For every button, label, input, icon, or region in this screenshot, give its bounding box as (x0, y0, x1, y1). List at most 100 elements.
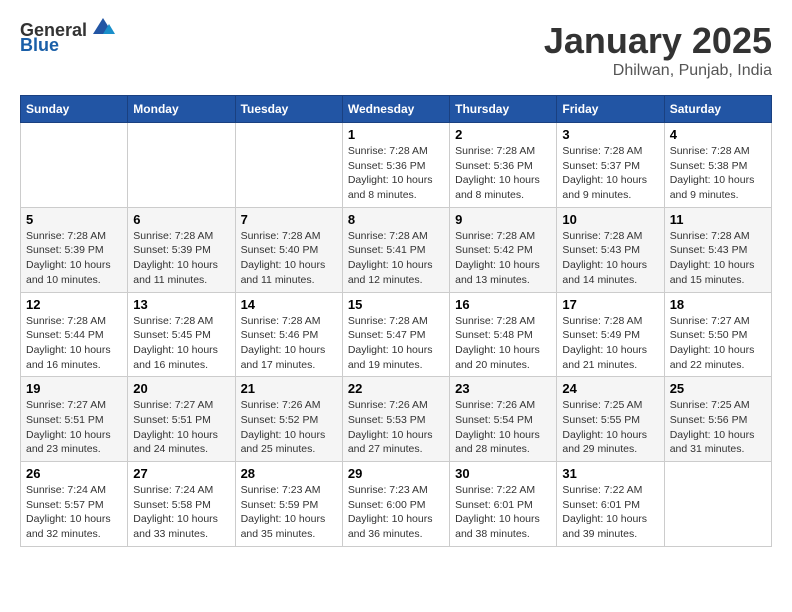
calendar-cell: 5 Sunrise: 7:28 AMSunset: 5:39 PMDaylight… (21, 207, 128, 292)
day-info: Sunrise: 7:26 AMSunset: 5:53 PMDaylight:… (348, 398, 444, 457)
day-number: 3 (562, 127, 658, 142)
calendar-cell: 9 Sunrise: 7:28 AMSunset: 5:42 PMDaylight… (450, 207, 557, 292)
day-info: Sunrise: 7:28 AMSunset: 5:36 PMDaylight:… (455, 144, 551, 203)
day-info: Sunrise: 7:28 AMSunset: 5:43 PMDaylight:… (562, 229, 658, 288)
day-info: Sunrise: 7:28 AMSunset: 5:39 PMDaylight:… (133, 229, 229, 288)
calendar-cell (128, 123, 235, 208)
day-info: Sunrise: 7:22 AMSunset: 6:01 PMDaylight:… (455, 483, 551, 542)
calendar-cell: 7Sunrise: 7:28 AMSunset: 5:40 PMDaylight… (235, 207, 342, 292)
calendar-cell (235, 123, 342, 208)
day-info: Sunrise: 7:27 AMSunset: 5:51 PMDaylight:… (26, 398, 122, 457)
day-number: 15 (348, 297, 444, 312)
weekday-header-friday: Friday (557, 96, 664, 123)
day-info: Sunrise: 7:28 AMSunset: 5:45 PMDaylight:… (133, 314, 229, 373)
calendar-cell: 23 Sunrise: 7:26 AMSunset: 5:54 PMDayligh… (450, 377, 557, 462)
calendar-cell: 4 Sunrise: 7:28 AMSunset: 5:38 PMDaylight… (664, 123, 771, 208)
page-header: General Blue January 2025 Dhilwan, Punja… (20, 20, 772, 80)
day-number: 30 (455, 466, 551, 481)
calendar-cell: 20Sunrise: 7:27 AMSunset: 5:51 PMDayligh… (128, 377, 235, 462)
day-number: 5 (26, 212, 122, 227)
day-number: 20 (133, 381, 229, 396)
day-number: 14 (241, 297, 337, 312)
calendar-week-4: 19 Sunrise: 7:27 AMSunset: 5:51 PMDayligh… (21, 377, 772, 462)
day-number: 26 (26, 466, 122, 481)
calendar-week-3: 12 Sunrise: 7:28 AMSunset: 5:44 PMDayligh… (21, 292, 772, 377)
day-info: Sunrise: 7:28 AMSunset: 5:47 PMDaylight:… (348, 314, 444, 373)
day-info: Sunrise: 7:28 AMSunset: 5:49 PMDaylight:… (562, 314, 658, 373)
day-number: 27 (133, 466, 229, 481)
calendar-cell: 14 Sunrise: 7:28 AMSunset: 5:46 PMDayligh… (235, 292, 342, 377)
calendar-cell: 3 Sunrise: 7:28 AMSunset: 5:37 PMDaylight… (557, 123, 664, 208)
weekday-header-tuesday: Tuesday (235, 96, 342, 123)
calendar-cell: 31Sunrise: 7:22 AMSunset: 6:01 PMDayligh… (557, 462, 664, 547)
calendar-cell: 29 Sunrise: 7:23 AMSunset: 6:00 PMDayligh… (342, 462, 449, 547)
calendar-cell: 19 Sunrise: 7:27 AMSunset: 5:51 PMDayligh… (21, 377, 128, 462)
day-number: 13 (133, 297, 229, 312)
calendar-cell (664, 462, 771, 547)
weekday-header-monday: Monday (128, 96, 235, 123)
day-info: Sunrise: 7:28 AMSunset: 5:37 PMDaylight:… (562, 144, 658, 203)
calendar-cell: 17 Sunrise: 7:28 AMSunset: 5:49 PMDayligh… (557, 292, 664, 377)
calendar-cell: 13 Sunrise: 7:28 AMSunset: 5:45 PMDayligh… (128, 292, 235, 377)
day-info: Sunrise: 7:28 AMSunset: 5:41 PMDaylight:… (348, 229, 444, 288)
day-info: Sunrise: 7:27 AMSunset: 5:50 PMDaylight:… (670, 314, 766, 373)
calendar-cell: 22 Sunrise: 7:26 AMSunset: 5:53 PMDayligh… (342, 377, 449, 462)
day-number: 21 (241, 381, 337, 396)
day-number: 29 (348, 466, 444, 481)
calendar-cell: 2Sunrise: 7:28 AMSunset: 5:36 PMDaylight… (450, 123, 557, 208)
day-info: Sunrise: 7:28 AMSunset: 5:42 PMDaylight:… (455, 229, 551, 288)
day-number: 22 (348, 381, 444, 396)
calendar-week-5: 26Sunrise: 7:24 AMSunset: 5:57 PMDayligh… (21, 462, 772, 547)
title-block: January 2025 Dhilwan, Punjab, India (544, 20, 772, 80)
calendar-cell: 27 Sunrise: 7:24 AMSunset: 5:58 PMDayligh… (128, 462, 235, 547)
day-number: 4 (670, 127, 766, 142)
day-number: 24 (562, 381, 658, 396)
logo: General Blue (20, 20, 117, 56)
day-info: Sunrise: 7:28 AMSunset: 5:39 PMDaylight:… (26, 229, 122, 288)
day-number: 23 (455, 381, 551, 396)
logo-icon (89, 16, 117, 38)
day-number: 16 (455, 297, 551, 312)
calendar-cell: 25Sunrise: 7:25 AMSunset: 5:56 PMDayligh… (664, 377, 771, 462)
calendar-cell: 12 Sunrise: 7:28 AMSunset: 5:44 PMDayligh… (21, 292, 128, 377)
day-info: Sunrise: 7:24 AMSunset: 5:58 PMDaylight:… (133, 483, 229, 542)
calendar-cell: 16 Sunrise: 7:28 AMSunset: 5:48 PMDayligh… (450, 292, 557, 377)
day-number: 25 (670, 381, 766, 396)
location-title: Dhilwan, Punjab, India (544, 62, 772, 80)
weekday-header-sunday: Sunday (21, 96, 128, 123)
calendar-cell: 28Sunrise: 7:23 AMSunset: 5:59 PMDayligh… (235, 462, 342, 547)
day-number: 8 (348, 212, 444, 227)
calendar-cell: 30 Sunrise: 7:22 AMSunset: 6:01 PMDayligh… (450, 462, 557, 547)
day-info: Sunrise: 7:23 AMSunset: 6:00 PMDaylight:… (348, 483, 444, 542)
calendar-cell: 11 Sunrise: 7:28 AMSunset: 5:43 PMDayligh… (664, 207, 771, 292)
month-title: January 2025 (544, 20, 772, 62)
day-info: Sunrise: 7:28 AMSunset: 5:46 PMDaylight:… (241, 314, 337, 373)
day-info: Sunrise: 7:28 AMSunset: 5:38 PMDaylight:… (670, 144, 766, 203)
day-number: 19 (26, 381, 122, 396)
calendar-cell: 6 Sunrise: 7:28 AMSunset: 5:39 PMDaylight… (128, 207, 235, 292)
day-number: 18 (670, 297, 766, 312)
day-info: Sunrise: 7:28 AMSunset: 5:48 PMDaylight:… (455, 314, 551, 373)
day-number: 11 (670, 212, 766, 227)
day-info: Sunrise: 7:26 AMSunset: 5:54 PMDaylight:… (455, 398, 551, 457)
day-number: 9 (455, 212, 551, 227)
calendar-cell: 15 Sunrise: 7:28 AMSunset: 5:47 PMDayligh… (342, 292, 449, 377)
day-info: Sunrise: 7:28 AMSunset: 5:40 PMDaylight:… (241, 229, 337, 288)
day-info: Sunrise: 7:28 AMSunset: 5:44 PMDaylight:… (26, 314, 122, 373)
day-number: 28 (241, 466, 337, 481)
calendar-table: SundayMondayTuesdayWednesdayThursdayFrid… (20, 95, 772, 547)
calendar-cell: 1 Sunrise: 7:28 AMSunset: 5:36 PMDaylight… (342, 123, 449, 208)
day-number: 1 (348, 127, 444, 142)
day-info: Sunrise: 7:22 AMSunset: 6:01 PMDaylight:… (562, 483, 658, 542)
day-info: Sunrise: 7:28 AMSunset: 5:36 PMDaylight:… (348, 144, 444, 203)
calendar-cell: 8 Sunrise: 7:28 AMSunset: 5:41 PMDaylight… (342, 207, 449, 292)
day-info: Sunrise: 7:28 AMSunset: 5:43 PMDaylight:… (670, 229, 766, 288)
calendar-cell: 26Sunrise: 7:24 AMSunset: 5:57 PMDayligh… (21, 462, 128, 547)
day-number: 17 (562, 297, 658, 312)
calendar-cell: 10Sunrise: 7:28 AMSunset: 5:43 PMDayligh… (557, 207, 664, 292)
day-number: 12 (26, 297, 122, 312)
calendar-week-2: 5 Sunrise: 7:28 AMSunset: 5:39 PMDaylight… (21, 207, 772, 292)
day-number: 6 (133, 212, 229, 227)
weekday-header-wednesday: Wednesday (342, 96, 449, 123)
day-info: Sunrise: 7:26 AMSunset: 5:52 PMDaylight:… (241, 398, 337, 457)
